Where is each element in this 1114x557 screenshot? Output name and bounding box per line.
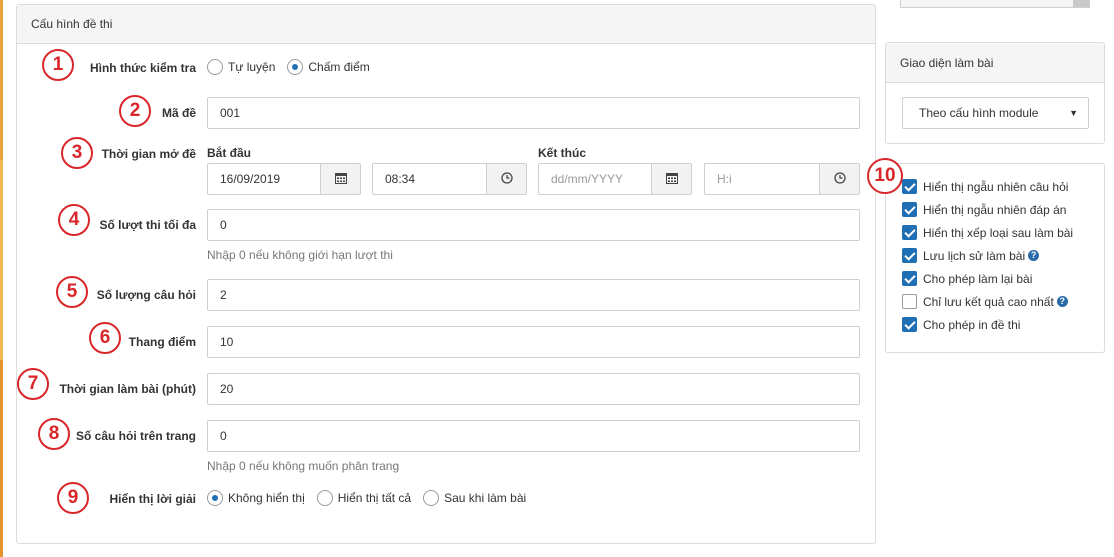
- option-row[interactable]: Cho phép làm lại bài: [902, 271, 1032, 286]
- question-circle-icon[interactable]: ?: [1056, 296, 1068, 307]
- question-count-input[interactable]: 2: [207, 279, 860, 311]
- option-checkbox[interactable]: [902, 294, 917, 309]
- start-label: Bắt đầu: [207, 146, 252, 160]
- option-row[interactable]: Chỉ lưu kết quả cao nhất?: [902, 294, 1068, 309]
- start-date-input[interactable]: 16/09/2019: [207, 163, 321, 195]
- end-time-input[interactable]: H:i: [704, 163, 820, 195]
- exam-mode-label: Hình thức kiểm tra: [89, 61, 196, 75]
- duration-label: Thời gian làm bài (phút): [59, 382, 196, 396]
- max-attempts-help: Nhập 0 nếu không giới hạn lượt thi: [207, 248, 393, 262]
- score-scale-input[interactable]: 10: [207, 326, 860, 358]
- option-row[interactable]: Cho phép in đề thi: [902, 317, 1020, 332]
- radio-no-show[interactable]: [207, 490, 223, 506]
- radio-option-self-practice[interactable]: Tự luyện: [207, 59, 275, 75]
- score-scale-label: Thang điểm: [128, 335, 196, 349]
- annotation-6: 6: [89, 322, 121, 354]
- radio-label: Chấm điểm: [308, 60, 370, 74]
- left-accent-strip: [0, 0, 3, 557]
- annotation-3: 3: [61, 137, 93, 169]
- accent-segment: [0, 360, 3, 557]
- annotation-5: 5: [56, 276, 88, 308]
- option-label: Chỉ lưu kết quả cao nhất: [923, 294, 1054, 309]
- end-date-input[interactable]: dd/mm/YYYY: [538, 163, 652, 195]
- radio-after-exam[interactable]: [423, 490, 440, 506]
- radio-option-after-exam[interactable]: Sau khi làm bài: [423, 490, 526, 506]
- calendar-icon: [334, 172, 347, 187]
- radio-label: Sau khi làm bài: [444, 491, 527, 505]
- start-time-clock-button[interactable]: [487, 163, 527, 195]
- annotation-7: 7: [17, 368, 49, 400]
- exam-code-label: Mã đề: [161, 106, 196, 120]
- option-checkbox[interactable]: [902, 271, 917, 286]
- option-checkbox[interactable]: [902, 179, 917, 194]
- radio-option-grading[interactable]: Chấm điểm: [287, 59, 370, 75]
- question-count-label: Số lượng câu hỏi: [96, 288, 196, 302]
- option-label: Lưu lịch sử làm bài: [923, 248, 1026, 263]
- option-label: Hiển thị ngẫu nhiên câu hỏi: [923, 179, 1069, 194]
- exam-mode-radio-group: Tự luyện Chấm điểm: [207, 59, 382, 75]
- scrollbar-thumb[interactable]: [1073, 0, 1089, 7]
- radio-label: Không hiển thị: [228, 491, 305, 505]
- annotation-10: 10: [867, 158, 903, 194]
- exam-code-input[interactable]: 001: [207, 97, 860, 129]
- questions-per-page-label: Số câu hỏi trên trang: [75, 429, 196, 443]
- annotation-2: 2: [119, 95, 151, 127]
- end-time-clock-button[interactable]: [820, 163, 860, 195]
- option-label: Hiển thị ngẫu nhiên đáp án: [923, 202, 1067, 217]
- option-label: Hiển thị xếp loại sau làm bài: [923, 225, 1074, 240]
- radio-option-show-all[interactable]: Hiển thị tất cả: [316, 490, 412, 506]
- max-attempts-input[interactable]: 0: [207, 209, 860, 241]
- horizontal-scrollbar[interactable]: [900, 0, 1090, 8]
- radio-option-no-show[interactable]: Không hiển thị: [207, 490, 305, 506]
- open-time-label: Thời gian mở đề: [101, 147, 196, 161]
- calendar-icon: [665, 172, 678, 187]
- end-date-calendar-button[interactable]: [652, 163, 692, 195]
- accent-segment: [0, 0, 3, 160]
- max-attempts-label: Số lượt thi tối đa: [99, 218, 196, 232]
- option-checkbox[interactable]: [902, 202, 917, 217]
- option-checkbox[interactable]: [902, 317, 917, 332]
- radio-grading[interactable]: [287, 59, 304, 75]
- interface-select-value: Theo cấu hình module: [919, 106, 1039, 120]
- radio-self-practice[interactable]: [207, 59, 223, 75]
- start-date-calendar-button[interactable]: [321, 163, 361, 195]
- option-checkbox[interactable]: [902, 248, 917, 263]
- show-solution-label: Hiển thị lời giải: [109, 492, 196, 506]
- caret-down-icon: ▼: [1069, 108, 1078, 118]
- clock-icon: [500, 171, 513, 187]
- option-row[interactable]: Hiển thị ngẫu nhiên đáp án: [902, 202, 1066, 217]
- interface-select[interactable]: Theo cấu hình module ▼: [902, 97, 1089, 129]
- accent-segment: [0, 160, 3, 360]
- option-label: Cho phép in đề thi: [923, 317, 1021, 332]
- radio-label: Hiển thị tất cả: [337, 491, 412, 505]
- annotation-9: 9: [57, 482, 89, 514]
- annotation-4: 4: [58, 204, 90, 236]
- option-checkbox[interactable]: [902, 225, 917, 240]
- radio-label: Tự luyện: [228, 60, 276, 74]
- questions-per-page-input[interactable]: 0: [207, 420, 860, 452]
- exam-config-panel: Cấu hình đề thi: [16, 4, 876, 544]
- option-row[interactable]: Hiển thị ngẫu nhiên câu hỏi: [902, 179, 1068, 194]
- interface-panel-title: Giao diện làm bài: [886, 43, 1104, 83]
- annotation-8: 8: [38, 418, 70, 450]
- end-label: Kết thúc: [538, 146, 586, 160]
- option-label: Cho phép làm lại bài: [923, 271, 1033, 286]
- duration-input[interactable]: 20: [207, 373, 860, 405]
- radio-show-all[interactable]: [316, 490, 333, 506]
- panel-heading: Cấu hình đề thi: [17, 5, 875, 44]
- start-time-input[interactable]: 08:34: [372, 163, 487, 195]
- show-solution-radio-group: Không hiển thị Hiển thị tất cả Sau khi l…: [207, 490, 538, 506]
- clock-icon: [833, 171, 846, 187]
- option-row[interactable]: Lưu lịch sử làm bài?: [902, 248, 1040, 263]
- annotation-1: 1: [42, 49, 74, 81]
- option-row[interactable]: Hiển thị xếp loại sau làm bài: [902, 225, 1073, 240]
- questions-per-page-help: Nhập 0 nếu không muốn phân trang: [207, 459, 400, 473]
- question-circle-icon[interactable]: ?: [1028, 250, 1040, 261]
